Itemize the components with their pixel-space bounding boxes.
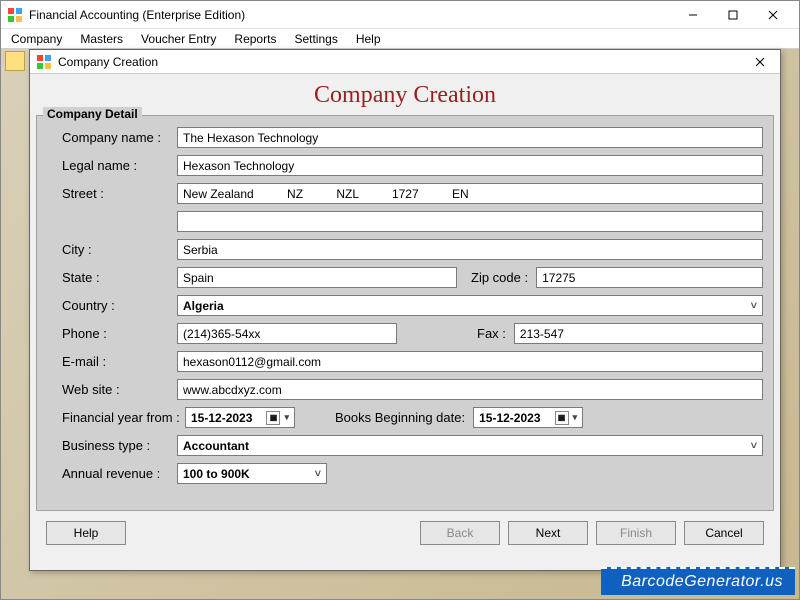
business-type-select[interactable]: Accountant ˅ (177, 435, 763, 456)
company-detail-group: Company Detail Company name : Legal name… (36, 115, 774, 511)
label-city: City : (47, 242, 177, 257)
label-state: State : (47, 270, 177, 285)
label-country: Country : (47, 298, 177, 313)
label-street: Street : (47, 186, 177, 201)
window-title: Financial Accounting (Enterprise Edition… (29, 8, 673, 22)
workspace: Company Creation Company Creation Compan… (1, 49, 799, 599)
close-button[interactable] (753, 3, 793, 27)
main-window: Financial Accounting (Enterprise Edition… (0, 0, 800, 600)
menu-reports[interactable]: Reports (234, 32, 276, 46)
dialog-heading: Company Creation (30, 82, 780, 109)
main-titlebar: Financial Accounting (Enterprise Edition… (1, 1, 799, 29)
menubar: Company Masters Voucher Entry Reports Se… (1, 29, 799, 49)
street-input[interactable] (177, 183, 763, 204)
back-button[interactable]: Back (420, 521, 500, 545)
street2-input[interactable] (177, 211, 763, 232)
city-input[interactable] (177, 239, 763, 260)
label-email: E-mail : (47, 354, 177, 369)
finish-button[interactable]: Finish (596, 521, 676, 545)
toolbar-note-icon[interactable] (5, 51, 25, 71)
menu-help[interactable]: Help (356, 32, 381, 46)
label-phone: Phone : (47, 326, 177, 341)
window-controls (673, 3, 793, 27)
chevron-down-icon: ˅ (315, 468, 321, 480)
zip-input[interactable] (536, 267, 763, 288)
label-fin-year: Financial year from : (47, 410, 185, 425)
label-company-name: Company name : (47, 130, 177, 145)
minimize-button[interactable] (673, 3, 713, 27)
company-name-input[interactable] (177, 127, 763, 148)
next-button[interactable]: Next (508, 521, 588, 545)
phone-input[interactable] (177, 323, 397, 344)
dialog-titlebar: Company Creation (30, 50, 780, 74)
cancel-button[interactable]: Cancel (684, 521, 764, 545)
menu-settings[interactable]: Settings (294, 32, 337, 46)
fax-input[interactable] (514, 323, 763, 344)
chevron-down-icon: ▾ (573, 412, 578, 423)
books-begin-value: 15-12-2023 (479, 411, 540, 425)
label-website: Web site : (47, 382, 177, 397)
dialog-header: Company Creation (30, 74, 780, 115)
dialog-close-button[interactable] (746, 52, 774, 72)
dialog-icon (36, 54, 52, 70)
label-legal-name: Legal name : (47, 158, 177, 173)
website-input[interactable] (177, 379, 763, 400)
menu-masters[interactable]: Masters (80, 32, 123, 46)
menu-voucher-entry[interactable]: Voucher Entry (141, 32, 216, 46)
business-type-value: Accountant (183, 439, 249, 453)
label-annual-revenue: Annual revenue : (47, 466, 177, 481)
fin-year-value: 15-12-2023 (191, 411, 252, 425)
annual-revenue-value: 100 to 900K (183, 467, 250, 481)
chevron-down-icon: ˅ (751, 440, 757, 452)
calendar-icon: ▦ (555, 411, 569, 425)
calendar-icon: ▦ (266, 411, 280, 425)
dialog-title: Company Creation (58, 55, 746, 69)
app-icon (7, 7, 23, 23)
chevron-down-icon: ˅ (751, 300, 757, 312)
chevron-down-icon: ▾ (284, 412, 289, 423)
email-input[interactable] (177, 351, 763, 372)
help-button[interactable]: Help (46, 521, 126, 545)
label-books-begin: Books Beginning date: (295, 410, 473, 425)
country-select[interactable]: Algeria ˅ (177, 295, 763, 316)
maximize-button[interactable] (713, 3, 753, 27)
fin-year-date-input[interactable]: 15-12-2023 ▦ ▾ (185, 407, 295, 428)
label-business-type: Business type : (47, 438, 177, 453)
legal-name-input[interactable] (177, 155, 763, 176)
annual-revenue-select[interactable]: 100 to 900K ˅ (177, 463, 327, 484)
label-zip: Zip code : (457, 270, 536, 285)
group-title: Company Detail (43, 107, 142, 121)
menu-company[interactable]: Company (11, 32, 62, 46)
watermark: BarcodeGenerator.us (601, 567, 795, 595)
country-value: Algeria (183, 299, 224, 313)
books-begin-date-input[interactable]: 15-12-2023 ▦ ▾ (473, 407, 583, 428)
company-creation-dialog: Company Creation Company Creation Compan… (29, 49, 781, 571)
label-fax: Fax : (397, 326, 514, 341)
dialog-button-row: Help Back Next Finish Cancel (30, 511, 780, 555)
state-input[interactable] (177, 267, 457, 288)
